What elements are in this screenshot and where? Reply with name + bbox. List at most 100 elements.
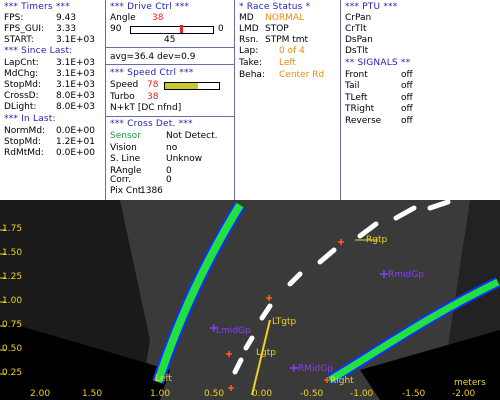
speed-row: Speed 78 <box>110 80 158 90</box>
dlight-label: DLight: <box>4 102 37 112</box>
signal-label: TRight <box>345 104 375 114</box>
sline-value: Unknow <box>166 154 203 164</box>
signal-value: off <box>401 116 413 126</box>
dlight-value: 8.0E+03 <box>56 102 95 112</box>
vision-label: Vision <box>110 143 137 153</box>
corr-label: Corr. <box>110 175 132 185</box>
crossd-label: CrossD: <box>4 91 39 101</box>
in-last-header: *** In Last: <box>4 114 56 124</box>
x-tick-label: 2.00 <box>30 389 51 399</box>
signal-reverse: Reverse off <box>345 116 413 126</box>
speed-mode: N+kT [DC nfnd] <box>110 103 182 113</box>
stopmd2-value: 1.2E+01 <box>56 137 95 147</box>
md-row: MD NORMAL <box>239 13 304 23</box>
angle-value: 38 <box>152 13 164 23</box>
beha-value: Center Rd <box>279 70 325 80</box>
signal-label: Front <box>345 70 368 80</box>
signal-value: off <box>401 93 413 103</box>
sline-row: S. Line Unknow <box>110 154 202 164</box>
ptu-header: *** PTU *** <box>345 2 398 12</box>
signal-label: Tail <box>345 81 360 91</box>
signal-label: Reverse <box>345 116 382 126</box>
fps-row: FPS: 9.43 <box>4 13 76 23</box>
take-label: Take: <box>239 58 262 68</box>
stopmd-value: 3.1E+03 <box>56 80 95 90</box>
since-last-header: *** Since Last: <box>4 46 73 56</box>
md-label: MD <box>239 13 254 23</box>
camera-overlay <box>0 200 500 400</box>
fpsgui-value: 3.33 <box>56 24 77 34</box>
start-row: START: 3.1E+03 <box>4 35 95 45</box>
normmd-label: NormMd: <box>4 126 46 136</box>
angle-scale-left: 90 <box>110 24 122 34</box>
lap-label: Lap: <box>239 46 259 56</box>
lmidgp-tag: LmidGp <box>216 326 251 336</box>
signal-tright: TRight off <box>345 104 413 114</box>
mdchg-row: MdChg: 3.1E+03 <box>4 69 95 79</box>
fps-label: FPS: <box>4 13 24 23</box>
angle-gauge <box>130 25 214 34</box>
dlight-row: DLight: 8.0E+03 <box>4 102 95 112</box>
divider-line <box>106 47 234 48</box>
lmd-row: LMD STOP <box>239 24 289 34</box>
signals-header: ** SIGNALS ** <box>345 58 411 68</box>
signal-label: TLeft <box>345 93 368 103</box>
mdchg-value: 3.1E+03 <box>56 69 95 79</box>
ptu-item: DsTlt <box>345 46 369 56</box>
take-row: Take: Left <box>239 58 296 68</box>
race-column: * Race Status * MD NORMAL LMD STOP Rsn. STP… <box>235 0 340 200</box>
status-panel: *** Timers *** FPS: 9.43 FPS_GUI: 3.33 STA… <box>0 0 500 200</box>
lap-row: Lap: 0 of 4 <box>239 46 305 56</box>
beha-label: Beha: <box>239 70 265 80</box>
x-tick-label: -2.00 <box>452 389 476 399</box>
rmidgp-tag: RmidGp <box>388 270 424 280</box>
x-tick-label: -1.00 <box>350 389 374 399</box>
y-tick-label: 1.75 <box>2 224 23 234</box>
stopmd2-row: StopMd: 1.2E+01 <box>4 137 95 147</box>
ptu-item: DsPan <box>345 35 373 45</box>
stopmd-row: StopMd: 3.1E+03 <box>4 80 95 90</box>
lap-value: 0 of 4 <box>279 46 305 56</box>
lapcnt-value: 3.1E+03 <box>56 58 95 68</box>
signal-value: off <box>401 104 413 114</box>
angle-average: avg=36.4 dev=0.9 <box>110 52 196 62</box>
signal-tleft: TLeft off <box>345 93 413 103</box>
y-tick-label: 1.50 <box>2 248 23 258</box>
x-axis-unit: meters <box>454 378 486 388</box>
control-column: *** Drive Ctrl *** Angle 38 90 0 45 avg=3… <box>106 0 234 200</box>
ptu-item: CrTlt <box>345 24 367 34</box>
timers-header: *** Timers *** <box>4 2 70 12</box>
lmd-label: LMD <box>239 24 259 34</box>
normmd-row: NormMd: 0.0E+00 <box>4 126 95 136</box>
rgtp-tag: Rgtp <box>366 235 388 245</box>
race-header: * Race Status * <box>239 2 311 12</box>
divider-line <box>106 116 234 117</box>
pixcnt-row: Pix Cnt 1386 <box>110 186 163 196</box>
telemetry-screen: *** Timers *** FPS: 9.43 FPS_GUI: 3.33 STA… <box>0 0 500 400</box>
pixcnt-value: 1386 <box>140 186 163 196</box>
angle-scale-right: 0 <box>218 24 224 34</box>
camera-view: 1.75 1.50 1.25 1.00 0.75 0.50 0.25 2.00 … <box>0 200 500 400</box>
y-tick-label: 0.75 <box>2 320 23 330</box>
speed-header: *** Speed Ctrl *** <box>110 68 194 78</box>
rsn-value: STPM tmt <box>265 35 309 45</box>
angle-label: Angle <box>110 13 136 23</box>
sensor-row: Sensor Not Detect. <box>110 131 218 141</box>
drive-header: *** Drive Ctrl *** <box>110 2 190 12</box>
angle-center-value: 45 <box>164 35 176 45</box>
left-tag: Left <box>155 374 172 384</box>
rdmtmd-row: RdMtMd: 0.0E+00 <box>4 148 95 158</box>
sensor-label: Sensor <box>110 131 141 141</box>
rsn-label: Rsn. <box>239 35 259 45</box>
y-tick-label: 1.00 <box>2 296 23 306</box>
beha-row: Beha: Center Rd <box>239 70 324 80</box>
rsn-row: Rsn. STPM tmt <box>239 35 308 45</box>
signal-front: Front off <box>345 70 413 80</box>
speed-bar-fill <box>165 83 198 89</box>
stopmd2-label: StopMd: <box>4 137 41 147</box>
turbo-row: Turbo 38 <box>110 92 158 102</box>
x-tick-label: 0.50 <box>204 389 225 399</box>
x-tick-label: 1.50 <box>82 389 103 399</box>
timers-column: *** Timers *** FPS: 9.43 FPS_GUI: 3.33 STA… <box>0 0 105 200</box>
ptu-item: CrPan <box>345 13 372 23</box>
